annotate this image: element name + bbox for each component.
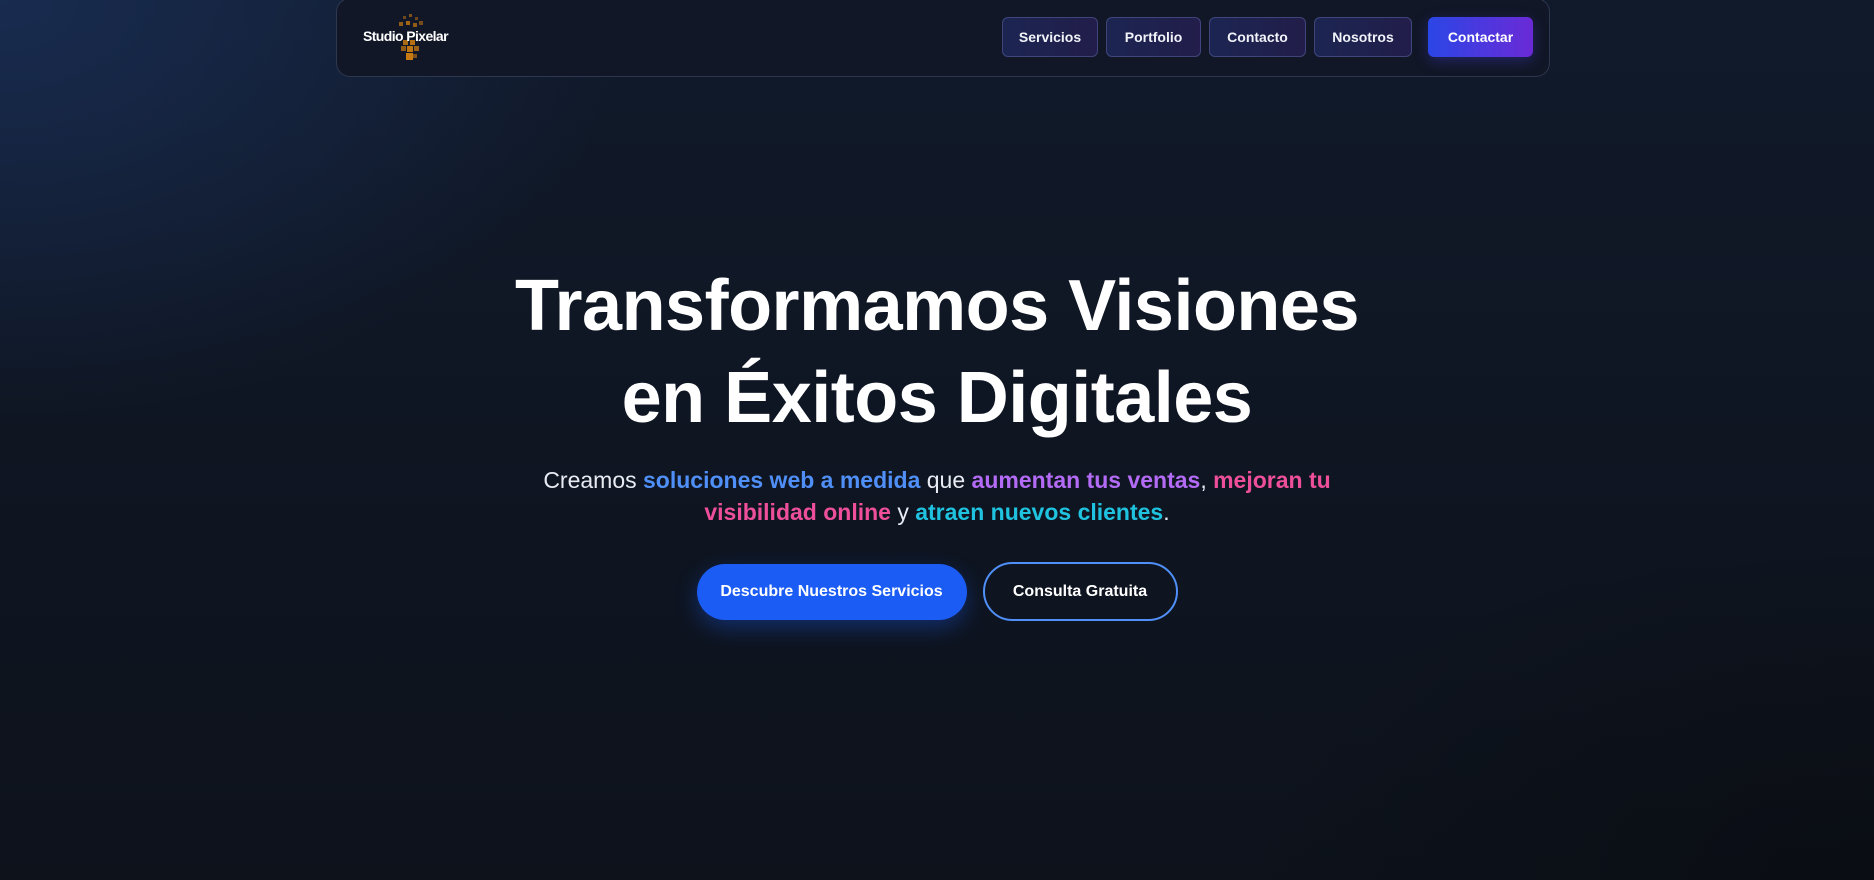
hero-title-line-2: en Éxitos Digitales xyxy=(621,358,1253,438)
subtitle-highlight-cyan: atraen nuevos clientes xyxy=(915,499,1164,525)
nav-link-portfolio[interactable]: Portfolio xyxy=(1106,17,1201,57)
hero-actions: Descubre Nuestros Servicios Consulta Gra… xyxy=(0,562,1874,621)
subtitle-text: y xyxy=(890,499,916,525)
subtitle-text: . xyxy=(1163,499,1170,525)
nav-link-servicios[interactable]: Servicios xyxy=(1002,17,1098,57)
hero-section: Transformamos Visiones en Éxitos Digital… xyxy=(0,260,1874,528)
hero-title: Transformamos Visiones en Éxitos Digital… xyxy=(0,260,1874,444)
hero-title-line-1: Transformamos Visiones xyxy=(515,266,1360,346)
subtitle-highlight-purple: aumentan tus ventas xyxy=(971,467,1201,493)
subtitle-text: , xyxy=(1200,467,1214,493)
free-consultation-button[interactable]: Consulta Gratuita xyxy=(982,562,1178,621)
navbar: Studio Pixelar Servicios Portfolio Conta… xyxy=(336,0,1550,77)
subtitle-text: que xyxy=(920,467,972,493)
nav-link-nosotros[interactable]: Nosotros xyxy=(1314,17,1412,57)
nav-link-contacto[interactable]: Contacto xyxy=(1209,17,1306,57)
logo[interactable]: Studio Pixelar xyxy=(363,13,473,63)
hero-subtitle: Creamos soluciones web a medida que aume… xyxy=(537,464,1337,528)
subtitle-text: Creamos xyxy=(543,467,644,493)
discover-services-button[interactable]: Descubre Nuestros Servicios xyxy=(696,563,967,620)
nav-links: Servicios Portfolio Contacto Nosotros Co… xyxy=(994,17,1533,57)
subtitle-highlight-blue: soluciones web a medida xyxy=(643,467,921,493)
contactar-button[interactable]: Contactar xyxy=(1428,17,1533,57)
logo-text: Studio Pixelar xyxy=(363,28,449,44)
